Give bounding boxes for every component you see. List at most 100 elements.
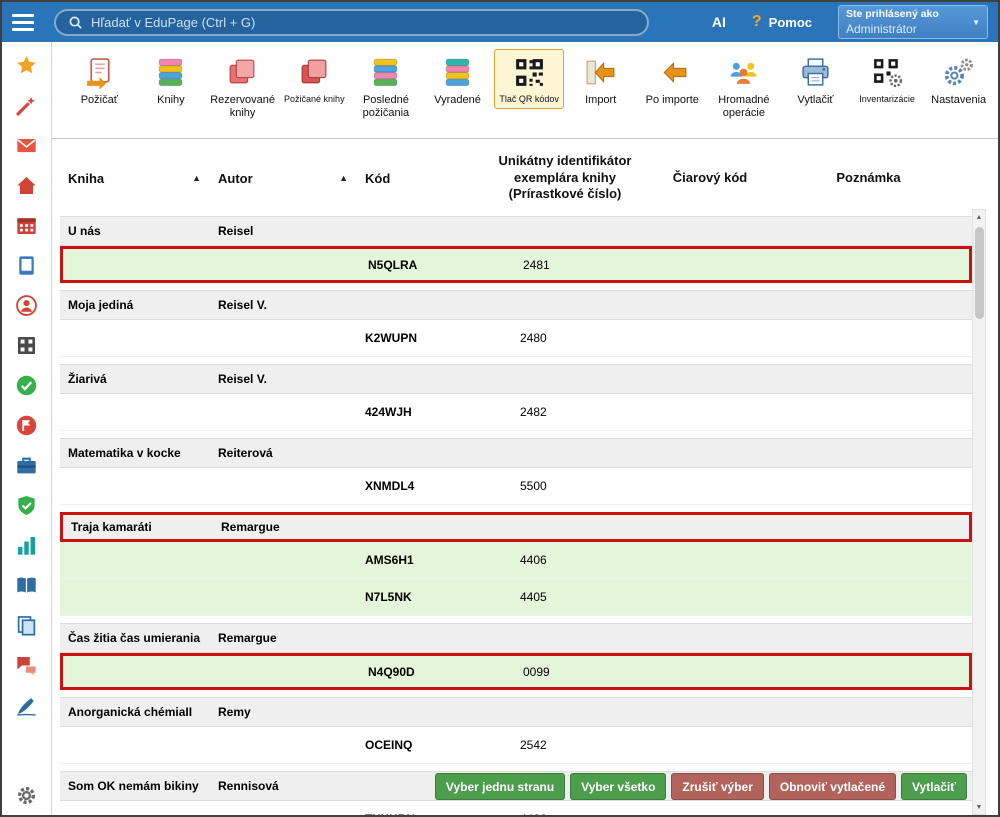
column-header-autor[interactable]: Autor▲ <box>210 171 357 186</box>
book-row[interactable]: Traja kamarátiRemargue <box>60 512 972 542</box>
toolbar-item-vyradene[interactable]: Vyradené <box>422 49 493 112</box>
copy-row[interactable]: TXHHRN4426 <box>60 801 972 815</box>
grades-icon[interactable] <box>16 335 37 356</box>
library-toolbar: Požičať Knihy Rezervované knihyPožičané kn… <box>52 42 998 139</box>
copy-row[interactable]: N4Q90D0099 <box>60 653 972 690</box>
copy-identifier: 2481 <box>478 258 658 272</box>
sort-asc-icon[interactable]: ▲ <box>192 173 206 183</box>
signatures-icon[interactable] <box>16 695 37 716</box>
library-icon[interactable] <box>16 575 37 596</box>
search-input[interactable] <box>91 15 635 30</box>
search-box[interactable] <box>54 9 649 36</box>
toolbar-item-nastavenia[interactable]: Nastavenia <box>923 49 994 112</box>
user-menu[interactable]: Ste prihlásený ako Administrátor ▼ <box>838 5 988 39</box>
printer-icon <box>799 55 832 89</box>
copy-row[interactable]: N5QLRA2481 <box>60 246 972 283</box>
toolbar-item-import[interactable]: Import <box>565 49 636 112</box>
behavior-icon[interactable] <box>16 415 37 436</box>
toolbar-item-pozicane-knihy[interactable]: Požičané knihy <box>279 49 350 109</box>
toolbar-item-vytlacit[interactable]: Vytlačiť <box>780 49 851 112</box>
toolbar-item-po-importe[interactable]: Po importe <box>637 49 708 112</box>
scroll-down-button[interactable]: ▼ <box>973 800 985 814</box>
toolbar-item-label: Knihy <box>157 94 185 107</box>
search-icon <box>68 15 83 30</box>
sort-asc-icon[interactable]: ▲ <box>339 173 353 183</box>
copy-row[interactable]: XNMDL45500 <box>60 468 972 505</box>
book-row[interactable]: Moja jedináReisel V. <box>60 290 972 320</box>
elearning-icon[interactable] <box>16 255 37 276</box>
people-group-icon <box>727 55 760 89</box>
books-table: Kniha▲Autor▲KódUnikátny identifikátor ex… <box>60 147 986 815</box>
results-icon[interactable] <box>16 535 37 556</box>
toolbar-item-label: Vyradené <box>434 94 481 107</box>
book-author: Remy <box>210 705 357 719</box>
toolbar-item-knihy[interactable]: Knihy <box>136 49 207 112</box>
vertical-scrollbar[interactable]: ▲ ▼ <box>972 209 986 815</box>
copy-code: XNMDL4 <box>357 479 475 493</box>
book-row[interactable]: ŽiariváReisel V. <box>60 364 972 394</box>
home-icon[interactable] <box>16 175 37 196</box>
toolbar-item-tlac-qr-kodov[interactable]: Tlač QR kódov <box>494 49 565 109</box>
content: Požičať Knihy Rezervované knihyPožičané kn… <box>52 42 998 815</box>
print-button[interactable]: Vytlačiť <box>901 773 967 800</box>
select-all-button[interactable]: Vyber všetko <box>570 773 666 800</box>
copy-row[interactable]: N7L5NK4405 <box>60 579 972 616</box>
book-title: Anorganická chémiaII <box>60 705 210 719</box>
book-row[interactable]: U násReisel <box>60 216 972 246</box>
scroll-thumb[interactable] <box>975 227 984 319</box>
agenda-icon[interactable] <box>16 455 37 476</box>
copy-identifier: 4426 <box>475 812 655 815</box>
scroll-up-button[interactable]: ▲ <box>973 210 985 224</box>
toolbar-item-label: Po importe <box>646 94 699 107</box>
toolbar-item-rezervovane-knihy[interactable]: Rezervované knihy <box>207 49 278 124</box>
toolbar-item-label: Import <box>585 94 616 107</box>
book-title: U nás <box>60 224 210 238</box>
copy-row[interactable]: K2WUPN2480 <box>60 320 972 357</box>
select-one-page-button[interactable]: Vyber jednu stranu <box>435 773 565 800</box>
messages-icon[interactable] <box>16 135 37 156</box>
stack-multi-icon <box>154 55 187 89</box>
favorites-icon[interactable] <box>16 55 37 76</box>
people-icon[interactable] <box>16 295 37 316</box>
copy-row[interactable]: 424WJH2482 <box>60 394 972 431</box>
copy-identifier: 5500 <box>475 479 655 493</box>
book-title: Traja kamaráti <box>63 520 213 534</box>
toolbar-item-hromadne-operacie[interactable]: Hromadné operácie <box>709 49 780 124</box>
toolbar-item-inventarizacie[interactable]: Inventarizácie <box>852 49 923 109</box>
qr-gear-icon <box>871 55 904 89</box>
cancel-selection-button[interactable]: Zrušiť výber <box>671 773 763 800</box>
table-header: Kniha▲Autor▲KódUnikátny identifikátor ex… <box>60 147 972 209</box>
copy-code: N4Q90D <box>360 665 478 679</box>
book-row[interactable]: Matematika v kockeReiterová <box>60 438 972 468</box>
copy-row[interactable]: OCEINQ2542 <box>60 727 972 764</box>
toolbar-item-label: Posledné požičania <box>354 94 419 119</box>
copy-identifier: 4405 <box>475 590 655 604</box>
admin-icon[interactable] <box>16 495 37 516</box>
ai-button[interactable]: AI <box>712 14 726 30</box>
book-author: Reiterová <box>210 446 357 460</box>
import-in-icon <box>584 55 617 89</box>
communication-icon[interactable] <box>16 655 37 676</box>
copy-identifier: 4406 <box>475 553 655 567</box>
help-button[interactable]: ? Pomoc <box>752 13 812 31</box>
column-header-poznamka: Poznámka <box>765 170 972 187</box>
book-row[interactable]: Som OK nemám bikinyRennisováVyber jednu … <box>60 771 972 801</box>
attendance-icon[interactable] <box>16 375 37 396</box>
gears-icon <box>942 55 975 89</box>
book-row[interactable]: Čas žitia čas umieraniaRemargue <box>60 623 972 653</box>
book-author: Remargue <box>213 520 360 534</box>
documents-icon[interactable] <box>16 615 37 636</box>
restore-printed-button[interactable]: Obnoviť vytlačené <box>769 773 896 800</box>
toolbar-item-posledne-pozicania[interactable]: Posledné požičania <box>351 49 422 124</box>
book-row[interactable]: Anorganická chémiaIIRemy <box>60 697 972 727</box>
toolbar-item-pozicat[interactable]: Požičať <box>64 49 135 112</box>
copy-identifier: 2542 <box>475 738 655 752</box>
qr-icon <box>513 55 546 89</box>
stack-multi2-icon <box>369 55 402 89</box>
wizard-icon[interactable] <box>16 95 37 116</box>
copy-row[interactable]: AMS6H14406 <box>60 542 972 579</box>
settings-icon[interactable] <box>16 785 37 806</box>
menu-button[interactable] <box>12 14 42 31</box>
timetable-icon[interactable] <box>16 215 37 236</box>
column-header-kniha[interactable]: Kniha▲ <box>60 171 210 186</box>
